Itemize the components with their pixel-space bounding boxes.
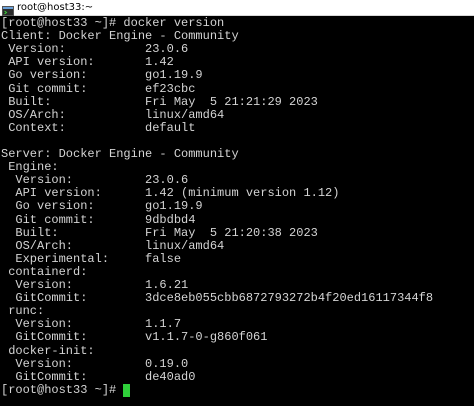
terminal-line: Client: Docker Engine - Community — [1, 29, 239, 44]
window-title: root@host33:~ — [17, 1, 94, 13]
terminal-window: root@host33:~ [root@host33 ~]# docker ve… — [0, 0, 474, 406]
terminal-line: Go version: go1.19.9 — [1, 199, 203, 214]
terminal-line: Built: Fri May 5 21:20:38 2023 — [1, 225, 318, 240]
terminal-line: Built: Fri May 5 21:21:29 2023 — [1, 94, 318, 109]
terminal-line: OS/Arch: linux/amd64 — [1, 107, 225, 122]
terminal-line: containerd: — [1, 264, 88, 279]
terminal-line: Version: 0.19.0 — [1, 356, 189, 371]
terminal-line: Git commit: ef23cbc — [1, 81, 196, 96]
command-prompt: [root@host33 ~]# — [1, 382, 124, 397]
terminal-line: docker-init: — [1, 343, 95, 358]
terminal-line: Version: 23.0.6 — [1, 173, 189, 188]
terminal-line: [root@host33 ~]# docker version — [1, 17, 225, 30]
terminal-line: runc: — [1, 304, 45, 319]
terminal-line: OS/Arch: linux/amd64 — [1, 238, 225, 253]
terminal-app-icon — [2, 3, 14, 16]
terminal-line: Context: default — [1, 120, 196, 135]
command-prompt-line[interactable]: [root@host33 ~]# — [1, 382, 131, 397]
terminal-line: API version: 1.42 (minimum version 1.12) — [1, 186, 340, 201]
terminal-line: Go version: go1.19.9 — [1, 68, 203, 83]
terminal-line: Server: Docker Engine - Community — [1, 147, 239, 161]
terminal-line: GitCommit: v1.1.7-0-g860f061 — [1, 330, 268, 345]
terminal-line: GitCommit: de40ad0 — [1, 369, 196, 384]
text-cursor — [123, 383, 131, 397]
terminal-line: Engine: — [1, 160, 59, 175]
terminal-line: Experimental: false — [1, 251, 182, 266]
terminal-line: Version: 23.0.6 — [1, 42, 189, 57]
terminal-line: API version: 1.42 — [1, 55, 174, 70]
terminal-line: Version: 1.6.21 — [1, 278, 189, 292]
terminal-line: GitCommit: 3dce8eb055cbb6872793272b4f20e… — [1, 291, 434, 306]
title-bar[interactable]: root@host33:~ — [0, 0, 474, 16]
terminal-output[interactable]: [root@host33 ~]# docker version Client: D… — [0, 17, 474, 406]
terminal-line: Git commit: 9dbdbd4 — [1, 212, 196, 227]
terminal-line: Version: 1.1.7 — [1, 317, 182, 332]
